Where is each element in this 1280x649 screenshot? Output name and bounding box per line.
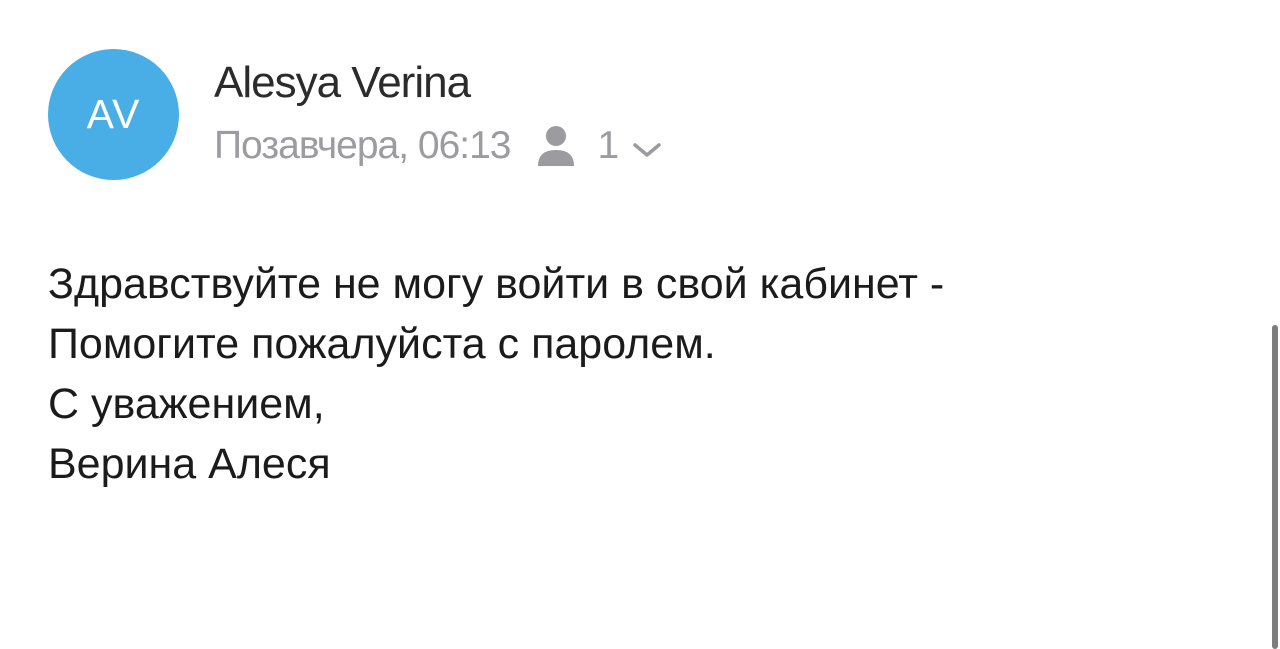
person-icon (538, 126, 575, 166)
message-line: Здравствуйте не могу войти в свой кабине… (48, 260, 945, 308)
message-body: Здравствуйте не могу войти в свой кабине… (48, 254, 944, 494)
recipient-count: 1 (597, 124, 619, 167)
chevron-down-icon (633, 143, 661, 157)
avatar[interactable]: AV (48, 49, 179, 180)
message-line: Помогите пожалуйста с паролем. (48, 320, 716, 368)
message-meta: Позавчера, 06:13 1 (214, 121, 662, 171)
message-line: Верина Алеся (48, 440, 331, 488)
message-line: С уважением, (48, 380, 325, 428)
scrollbar[interactable] (1272, 325, 1278, 649)
sender-name[interactable]: Alesya Verina (214, 58, 471, 108)
email-view: AV Alesya Verina Позавчера, 06:13 1 Здра… (0, 0, 1280, 649)
recipients-toggle[interactable]: 1 (536, 124, 662, 168)
message-date: Позавчера, 06:13 (214, 124, 511, 167)
avatar-initials: AV (86, 91, 141, 137)
